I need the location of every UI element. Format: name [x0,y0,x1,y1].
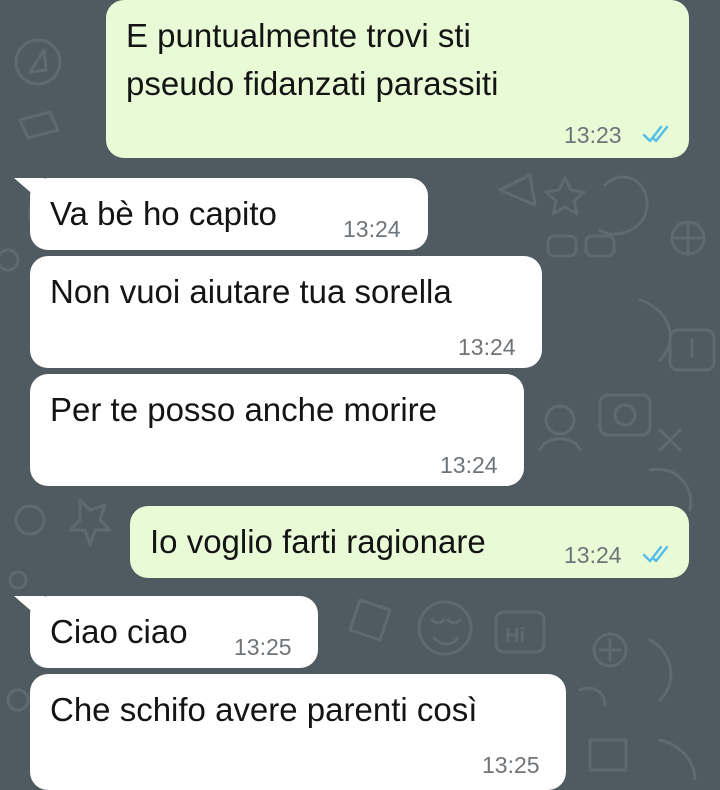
message-bubble-incoming[interactable]: Ciao ciao 13:25 [30,596,318,668]
camera-doodle-icon [598,393,652,437]
message-bubble-incoming[interactable]: Per te posso anche morire 13:24 [30,374,524,486]
glasses-doodle-icon [546,234,578,258]
paperplane2-doodle-icon [348,598,392,642]
message-timestamp: 13:24 [458,334,516,360]
message-text: Per te posso anche morire [50,391,438,428]
message-text: pseudo fidanzati parassiti [126,65,499,102]
message-timestamp: 13:25 [234,634,292,660]
message-bubble-outgoing[interactable]: Io voglio farti ragionare 13:24 [130,506,689,578]
star-doodle-icon [544,176,586,216]
message-text: Che schifo avere parenti così [50,691,478,728]
message-bubble-incoming[interactable]: Non vuoi aiutare tua sorella 13:24 [30,256,542,368]
octopus-doodle-icon [598,175,649,236]
paperplane-doodle-icon [498,173,537,207]
message-timestamp: 13:24 [343,216,401,242]
emoji-doodle-icon [417,600,473,656]
people-doodle-icon [544,404,576,436]
card-doodle-icon [18,110,60,140]
message-bubble-incoming[interactable]: Va bè ho capito 13:24 [30,178,428,250]
read-receipt-icon [642,545,669,563]
message-bubble-incoming[interactable]: Che schifo avere parenti così 13:25 [30,674,566,790]
message-timestamp: 13:25 [482,752,540,778]
message-timestamp: 13:23 [564,122,622,148]
message-bubble-outgoing[interactable]: E puntualmente trovi sti pseudo fidanzat… [106,0,689,158]
message-text: Ciao ciao [50,613,188,650]
hi-sign-text: Hi [505,625,525,647]
message-text: E puntualmente trovi sti [126,17,471,54]
message-text: Va bè ho capito [50,195,277,232]
bird-doodle-icon [648,638,673,702]
sparkle-doodle-icon [658,428,682,452]
message-text: Non vuoi aiutare tua sorella [50,273,452,310]
board-doodle-icon [588,738,628,772]
read-receipt-icon [642,125,669,143]
message-text: Io voglio farti ragionare [150,523,486,560]
message-timestamp: 13:24 [440,452,498,478]
message-timestamp: 13:24 [564,542,622,568]
